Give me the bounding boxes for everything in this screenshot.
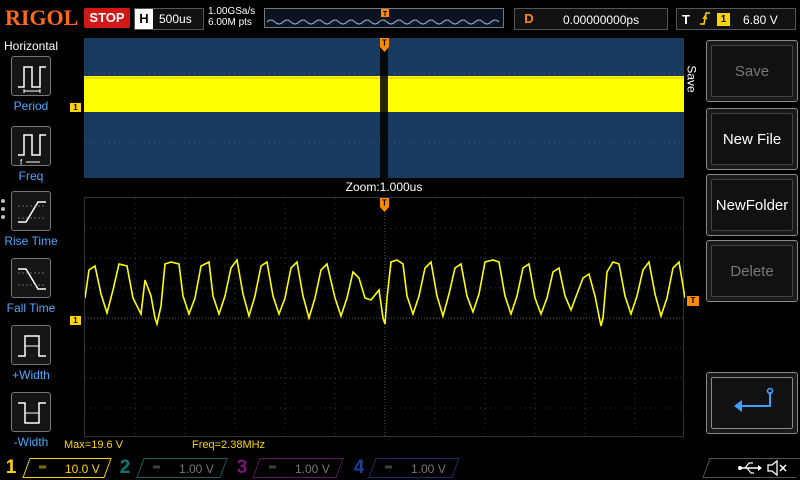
sample-rate: 1.00GSa/s [208, 6, 256, 17]
ch2-number[interactable]: 2 [116, 456, 134, 480]
new-folder-button[interactable]: NewFolder [706, 174, 798, 236]
ch1-scale: 10.0 V [65, 462, 100, 476]
measure-positive-width-label: +Width [12, 368, 50, 382]
ch1-offset-marker-main[interactable]: 1 [70, 103, 81, 112]
delay-label: D [524, 11, 534, 26]
main-trigger-position-icon: T [380, 38, 389, 52]
delay-box[interactable]: D 0.00000000ps [514, 8, 668, 30]
zoom-waveform-window[interactable] [84, 197, 686, 438]
ch4-number[interactable]: 4 [350, 456, 368, 480]
menu-title-save: Save [684, 65, 699, 93]
measure-period[interactable]: Period [0, 56, 62, 122]
horizontal-measure-menu: Horizontal Period f Freq Rise Time Fall … [0, 36, 62, 456]
main-window-graticule [84, 38, 684, 178]
ch1-scale-box[interactable]: ═ 10.0 V [22, 458, 112, 478]
measure-negative-width[interactable]: -Width [0, 392, 62, 458]
frequency-icon: f [11, 126, 51, 167]
svg-text:f: f [20, 158, 23, 167]
measure-period-label: Period [13, 99, 49, 113]
rising-edge-icon [699, 10, 711, 31]
save-button[interactable]: Save [706, 40, 798, 102]
fall-time-icon [11, 258, 51, 298]
measure-rise-time-label: Rise Time [4, 234, 58, 248]
trigger-label: T [682, 12, 690, 27]
ch1-offset-marker-zoom[interactable]: 1 [70, 316, 81, 325]
measure-frequency[interactable]: f Freq [0, 126, 62, 192]
measurement-max[interactable]: Max=19.6 V [64, 439, 123, 451]
new-folder-button-label: NewFolder [715, 197, 789, 214]
svg-text:T: T [382, 39, 387, 48]
delete-button-label: Delete [730, 263, 774, 280]
channel-status-bar: 1 ═ 10.0 V 2 ═ 1.00 V 3 ═ 1.00 V 4 ═ 1.0… [0, 456, 800, 480]
save-button-label: Save [734, 63, 770, 80]
ch2-scale-box[interactable]: ═ 1.00 V [136, 458, 228, 478]
save-softkey-menu: Save Save New File NewFolder Delete [684, 36, 800, 436]
zoom-window-graticule [84, 198, 686, 438]
measure-fall-time[interactable]: Fall Time [0, 258, 62, 324]
timebase-value: 500us [159, 12, 192, 26]
timebase-box[interactable]: H 500us [134, 8, 204, 30]
zoom-trigger-position-icon: T [380, 198, 389, 212]
usb-icon [738, 462, 762, 474]
svg-text:T: T [382, 199, 387, 208]
enter-arrow-icon [734, 387, 774, 412]
zoom-region-marker [380, 38, 388, 178]
measure-fall-time-label: Fall Time [6, 301, 56, 315]
acquisition-info: 1.00GSa/s 6.00M pts [208, 6, 255, 28]
main-waveform-window[interactable] [84, 38, 684, 178]
trigger-source: 1 [717, 13, 730, 26]
speaker-mute-icon[interactable] [766, 459, 788, 477]
ch3-scale: 1.00 V [295, 462, 330, 476]
ch1-zoom-trace [84, 258, 686, 327]
ch4-scale: 1.00 V [411, 462, 446, 476]
measure-frequency-label: Freq [18, 169, 44, 183]
dc-coupling-icon: ═ [39, 462, 47, 473]
measurement-frequency[interactable]: Freq=2.38MHz [192, 439, 265, 451]
memory-depth: 6.00M pts [208, 17, 252, 28]
measure-negative-width-label: -Width [13, 435, 49, 449]
positive-width-icon [11, 325, 51, 365]
trigger-box[interactable]: T 1 6.80 V [676, 8, 796, 30]
delay-value: 0.00000000ps [563, 13, 640, 27]
trigger-level: 6.80 V [743, 13, 778, 27]
rigol-logo: RIGOL [5, 5, 79, 30]
dc-coupling-icon: ═ [153, 462, 161, 473]
ch1-number[interactable]: 1 [2, 456, 20, 480]
new-file-button[interactable]: New File [706, 108, 798, 170]
rise-time-icon [11, 191, 51, 231]
memory-waveform-overview: T [266, 9, 500, 25]
enter-button[interactable] [706, 372, 798, 434]
ch2-scale: 1.00 V [179, 462, 214, 476]
delete-button[interactable]: Delete [706, 240, 798, 302]
run-stop-indicator[interactable]: STOP [84, 8, 130, 28]
dc-coupling-icon: ═ [385, 462, 393, 473]
memory-overview-strip[interactable]: T [264, 8, 504, 28]
ch3-scale-box[interactable]: ═ 1.00 V [252, 458, 344, 478]
period-icon [11, 56, 51, 96]
timebase-label: H [135, 9, 153, 29]
ch3-number[interactable]: 3 [233, 456, 251, 480]
measure-rise-time[interactable]: Rise Time [0, 191, 62, 257]
ch4-scale-box[interactable]: ═ 1.00 V [368, 458, 460, 478]
measure-positive-width[interactable]: +Width [0, 325, 62, 391]
new-file-button-label: New File [722, 131, 782, 148]
menu-title: Horizontal [3, 39, 59, 53]
dc-coupling-icon: ═ [269, 462, 277, 473]
zoom-timebase-label: Zoom:1.000us [345, 180, 423, 194]
negative-width-icon [11, 392, 51, 432]
top-status-bar: RIGOL STOP H 500us 1.00GSa/s 6.00M pts T… [0, 0, 800, 36]
svg-text:T: T [383, 11, 388, 18]
